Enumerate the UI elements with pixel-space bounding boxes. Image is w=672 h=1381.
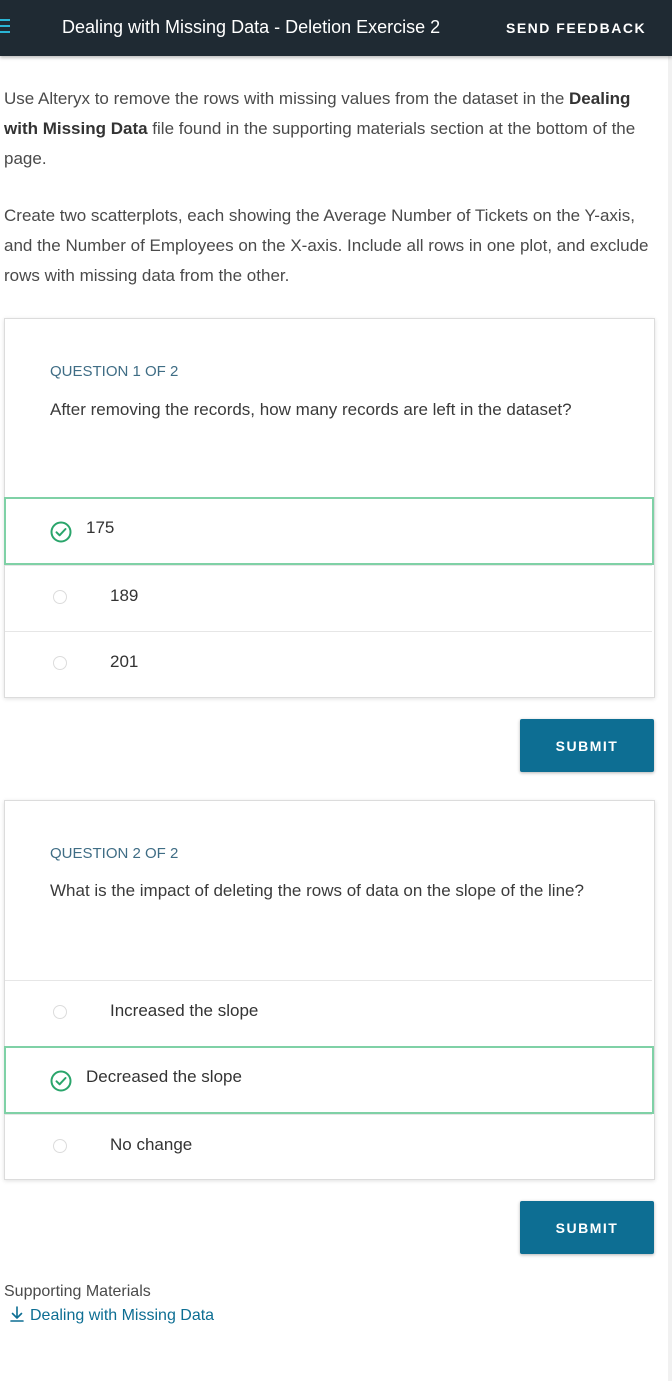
submit-button-2[interactable]: SUBMIT xyxy=(520,1201,654,1254)
check-circle-icon xyxy=(50,521,72,543)
radio-icon xyxy=(53,656,67,670)
option-label: 201 xyxy=(110,652,139,671)
question-card-2: QUESTION 2 OF 2 What is the impact of de… xyxy=(4,800,655,1180)
radio-icon xyxy=(53,590,67,604)
intro-paragraph-1: Use Alteryx to remove the rows with miss… xyxy=(4,89,636,168)
intro-paragraph-2: Create two scatterplots, each showing th… xyxy=(4,206,649,285)
question-number: QUESTION 2 OF 2 xyxy=(50,845,179,862)
supporting-materials-heading: Supporting Materials xyxy=(4,1283,151,1300)
submit-button-1[interactable]: SUBMIT xyxy=(520,719,654,772)
question-number: QUESTION 1 OF 2 xyxy=(50,363,179,380)
option-label: Decreased the slope xyxy=(86,1067,242,1086)
question-text: After removing the records, how many rec… xyxy=(50,400,572,419)
check-circle-icon xyxy=(50,1070,72,1092)
answer-option-201[interactable]: 201 xyxy=(5,631,652,696)
radio-icon xyxy=(53,1005,67,1019)
menu-icon[interactable] xyxy=(0,19,10,37)
send-feedback-button[interactable]: SEND FEEDBACK xyxy=(506,20,646,36)
page-title: Dealing with Missing Data - Deletion Exe… xyxy=(62,17,441,37)
download-link-label: Dealing with Missing Data xyxy=(30,1307,215,1324)
question-text: What is the impact of deleting the rows … xyxy=(50,881,584,900)
option-label: 175 xyxy=(86,518,115,537)
option-label: Increased the slope xyxy=(110,1001,259,1020)
option-label: 189 xyxy=(110,586,139,605)
option-label: No change xyxy=(110,1135,193,1154)
download-link[interactable]: Dealing with Missing Data xyxy=(8,1305,214,1325)
answer-option-increased[interactable]: Increased the slope xyxy=(5,980,652,1045)
answer-option-189[interactable]: 189 xyxy=(5,565,652,630)
question-card-1: QUESTION 1 OF 2 After removing the recor… xyxy=(4,318,655,698)
answer-option-175[interactable]: 175 xyxy=(4,497,654,565)
top-bar: Dealing with Missing Data - Deletion Exe… xyxy=(0,0,672,56)
answer-option-no-change[interactable]: No change xyxy=(5,1114,652,1179)
download-arrow-icon xyxy=(10,1306,24,1322)
scrollbar-track xyxy=(668,56,672,1381)
answer-option-decreased[interactable]: Decreased the slope xyxy=(4,1046,654,1114)
radio-icon xyxy=(53,1139,67,1153)
